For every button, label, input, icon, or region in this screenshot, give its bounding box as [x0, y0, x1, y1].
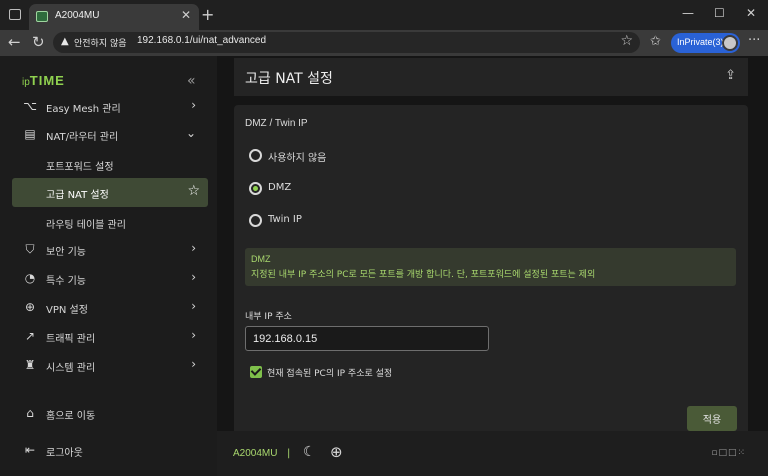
chevron-right-icon: › [191, 98, 196, 112]
sidebar-item-special[interactable]: ◔ 특수 기능 › [12, 265, 208, 293]
radio-label[interactable]: 사용하지 않음 [268, 149, 326, 164]
url-input[interactable]: ▲ 안전하지 않음 192.168.0.1/ui/nat_advanced ☆ [53, 32, 640, 53]
use-current-ip-checkbox[interactable] [250, 366, 262, 378]
home-icon: ⌂ [26, 406, 34, 420]
sidebar-subitem-advanced-nat[interactable]: 고급 NAT 설정 ☆ [12, 178, 208, 207]
sidebar-item-label: 특수 기능 [46, 276, 86, 287]
logout-icon: ⇤ [24, 443, 36, 457]
sidebar-item-label: 보안 기능 [46, 247, 86, 258]
sidebar-item-vpn[interactable]: ⊕ VPN 설정 › [12, 294, 208, 322]
title-bar: A2004MU ✕ + — ☐ ✕ [0, 0, 768, 30]
sidebar-item-label: 라우팅 테이블 관리 [46, 220, 126, 231]
use-current-ip-label[interactable]: 현재 접속된 PC의 IP 주소로 설정 [267, 366, 392, 379]
sidebar-item-label: 로그아웃 [46, 448, 83, 459]
inprivate-label: InPrivate(3) [677, 37, 724, 47]
nat-icon: ▤ [24, 127, 36, 141]
app-window: A2004MU ✕ + — ☐ ✕ ← ↻ ▲ 안전하지 않음 192.168.… [0, 0, 768, 476]
radio-circle[interactable] [249, 214, 262, 227]
sidebar-item-label: 홈으로 이동 [46, 411, 96, 422]
inprivate-button[interactable]: InPrivate(3) [671, 33, 740, 53]
avatar [722, 35, 738, 51]
new-tab-icon[interactable]: + [201, 5, 214, 24]
address-bar: ← ↻ ▲ 안전하지 않음 192.168.0.1/ui/nat_advance… [0, 30, 768, 56]
sidebar-item-nat-router[interactable]: ▤ NAT/라우터 관리 ⌄ [12, 121, 208, 149]
sidebar-item-label: 시스템 관리 [46, 363, 96, 374]
collapse-sidebar-icon[interactable]: « [187, 73, 196, 89]
info-box: DMZ 지정된 내부 IP 주소의 PC로 모든 포트를 개방 합니다. 단, … [245, 248, 736, 286]
iptime-logo[interactable]: ipTIME [22, 73, 65, 88]
radio-circle[interactable] [249, 149, 262, 162]
mesh-icon: ⌥ [23, 99, 37, 113]
dark-mode-icon[interactable]: ☾ [303, 444, 316, 460]
sidebar-item-label: Easy Mesh 관리 [46, 104, 121, 115]
sidebar-item-label: VPN 설정 [46, 305, 88, 316]
minimize-icon[interactable]: — [682, 6, 694, 20]
sidebar-item-security[interactable]: ⛉ 보안 기능 › [12, 236, 208, 264]
sidebar-item-label: 포트포워드 설정 [46, 162, 114, 173]
tab-close-icon[interactable]: ✕ [181, 8, 191, 22]
section-title: DMZ / Twin IP [245, 118, 308, 129]
url-text[interactable]: 192.168.0.1/ui/nat_advanced [137, 35, 266, 46]
radio-label[interactable]: DMZ [268, 182, 291, 193]
share-icon[interactable]: ⇪ [725, 68, 736, 83]
refresh-icon[interactable]: ↻ [32, 33, 45, 51]
chevron-right-icon: › [191, 241, 196, 255]
vpn-icon: ⊕ [24, 300, 36, 314]
chevron-right-icon: › [191, 270, 196, 284]
browser-tab[interactable]: A2004MU ✕ [29, 4, 199, 30]
language-globe-icon[interactable]: ⊕ [330, 443, 343, 461]
favorites-icon[interactable]: ✩ [650, 34, 661, 49]
sidebar-subitem-routing-table[interactable]: 라우팅 테이블 관리 [12, 208, 208, 236]
sidebar-item-home[interactable]: ⌂ 홈으로 이동 [12, 400, 208, 428]
sidebar-subitem-port-forward[interactable]: 포트포워드 설정 [12, 150, 208, 178]
more-options-icon[interactable]: ··· [748, 33, 760, 48]
close-window-icon[interactable]: ✕ [746, 6, 756, 20]
internal-ip-input[interactable] [245, 326, 489, 351]
chevron-down-icon: ⌄ [185, 126, 196, 140]
apply-button[interactable]: 적용 [687, 406, 737, 431]
system-icon: ♜ [24, 358, 36, 372]
info-description: 지정된 내부 IP 주소의 PC로 모든 포트를 개방 합니다. 단, 포트포워… [251, 270, 596, 280]
sidebar: ipTIME « ⌥ Easy Mesh 관리 › ▤ NAT/라우터 관리 ⌄… [0, 56, 217, 476]
radio-circle[interactable] [249, 182, 262, 195]
footer: A2004MU | ☾ ⊕ ▫□□⁙ [217, 431, 768, 476]
internal-ip-label: 내부 IP 주소 [245, 312, 292, 322]
gauge-icon: ◔ [24, 271, 36, 285]
page-title: 고급 NAT 설정 [245, 71, 333, 87]
tab-actions-icon[interactable] [9, 9, 21, 20]
favorite-star-icon[interactable]: ☆ [187, 183, 200, 199]
tab-title: A2004MU [55, 10, 100, 21]
favorite-star-icon[interactable]: ☆ [620, 33, 633, 49]
sidebar-item-label: NAT/라우터 관리 [46, 132, 119, 143]
settings-card: DMZ / Twin IP 사용하지 않음 DMZ Twin IP DMZ 지정… [234, 105, 748, 431]
radio-label[interactable]: Twin IP [268, 214, 302, 225]
security-warning[interactable]: 안전하지 않음 [74, 36, 127, 49]
back-icon[interactable]: ← [8, 33, 21, 51]
sidebar-item-label: 고급 NAT 설정 [46, 190, 109, 201]
traffic-chart-icon: ↗ [24, 329, 36, 343]
footer-separator: | [287, 448, 291, 459]
shield-icon: ⛉ [25, 242, 35, 256]
sidebar-item-system[interactable]: ♜ 시스템 관리 › [12, 352, 208, 380]
sidebar-item-label: 트래픽 관리 [46, 334, 96, 345]
chevron-right-icon: › [191, 328, 196, 342]
warning-icon[interactable]: ▲ [61, 36, 69, 47]
layout-grid-icon[interactable]: ▫□□⁙ [711, 448, 746, 458]
router-favicon-icon [36, 11, 48, 22]
sidebar-item-easy-mesh[interactable]: ⌥ Easy Mesh 관리 › [12, 93, 208, 121]
main-content: 고급 NAT 설정 ⇪ DMZ / Twin IP 사용하지 않음 DMZ Tw… [217, 56, 768, 476]
sidebar-item-logout[interactable]: ⇤ 로그아웃 [12, 437, 208, 465]
sidebar-item-traffic[interactable]: ↗ 트래픽 관리 › [12, 323, 208, 351]
page-header: 고급 NAT 설정 ⇪ [234, 58, 748, 96]
chevron-right-icon: › [191, 299, 196, 313]
maximize-icon[interactable]: ☐ [714, 6, 725, 20]
info-title: DMZ [251, 254, 271, 264]
chevron-right-icon: › [191, 357, 196, 371]
model-name: A2004MU [233, 448, 278, 459]
